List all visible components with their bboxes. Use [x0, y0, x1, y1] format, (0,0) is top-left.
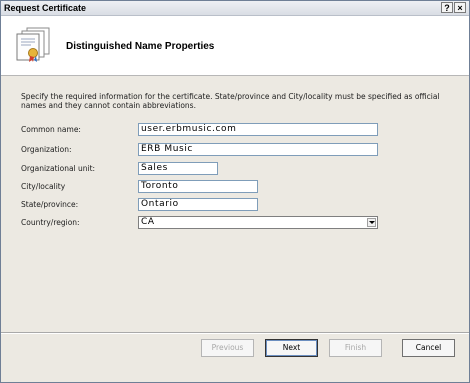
- finish-button[interactable]: Finish: [329, 339, 382, 357]
- chevron-down-icon[interactable]: [367, 218, 376, 227]
- organization-input[interactable]: ERB Music: [138, 143, 378, 156]
- cancel-button[interactable]: Cancel: [402, 339, 455, 357]
- country-select[interactable]: CA: [138, 216, 378, 229]
- help-button[interactable]: ?: [441, 2, 453, 13]
- next-button[interactable]: Next: [265, 339, 318, 357]
- organizational-unit-label: Organizational unit:: [21, 164, 96, 173]
- country-label: Country/region:: [21, 218, 80, 227]
- city-input[interactable]: Toronto: [138, 180, 258, 193]
- organizational-unit-input[interactable]: Sales: [138, 162, 218, 175]
- instructions-text: Specify the required information for the…: [21, 92, 440, 110]
- close-button[interactable]: ×: [454, 2, 466, 13]
- request-certificate-dialog: Request Certificate ? × Distinguished Na…: [0, 0, 470, 383]
- country-select-value: CA: [141, 217, 155, 227]
- certificate-icon: [16, 27, 50, 62]
- state-label: State/province:: [21, 200, 79, 209]
- title-bar: Request Certificate ? ×: [1, 1, 469, 16]
- city-label: City/locality: [21, 182, 66, 191]
- page-title: Distinguished Name Properties: [66, 41, 215, 52]
- common-name-input[interactable]: user.erbmusic.com: [138, 123, 378, 136]
- window-title: Request Certificate: [4, 3, 87, 13]
- organization-label: Organization:: [21, 145, 72, 154]
- previous-button[interactable]: Previous: [201, 339, 254, 357]
- state-input[interactable]: Ontario: [138, 198, 258, 211]
- common-name-label: Common name:: [21, 125, 81, 134]
- wizard-header: Distinguished Name Properties: [1, 16, 469, 76]
